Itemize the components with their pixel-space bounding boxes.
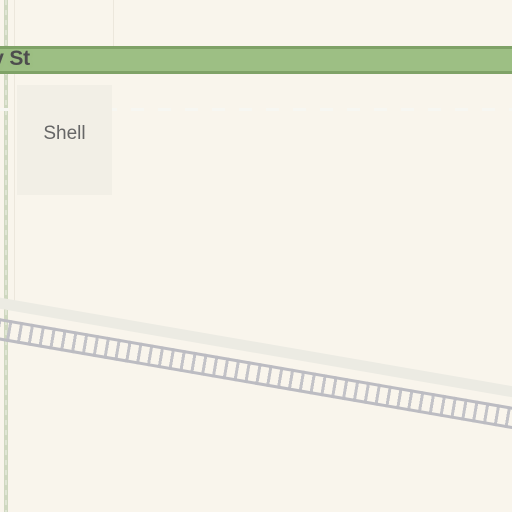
parcel-edge-upper-left xyxy=(14,0,15,46)
map-land-background xyxy=(0,0,512,512)
map-viewport[interactable]: erty St Shell Liberty St xyxy=(0,0,512,512)
road-liberty-st[interactable] xyxy=(0,46,512,111)
footpath-left-edge-dashes xyxy=(5,0,7,512)
parcel-edge-upper-mid xyxy=(113,0,114,46)
road-label-liberty-st: erty St xyxy=(0,47,30,70)
poi-label-shell: Shell xyxy=(43,123,86,144)
